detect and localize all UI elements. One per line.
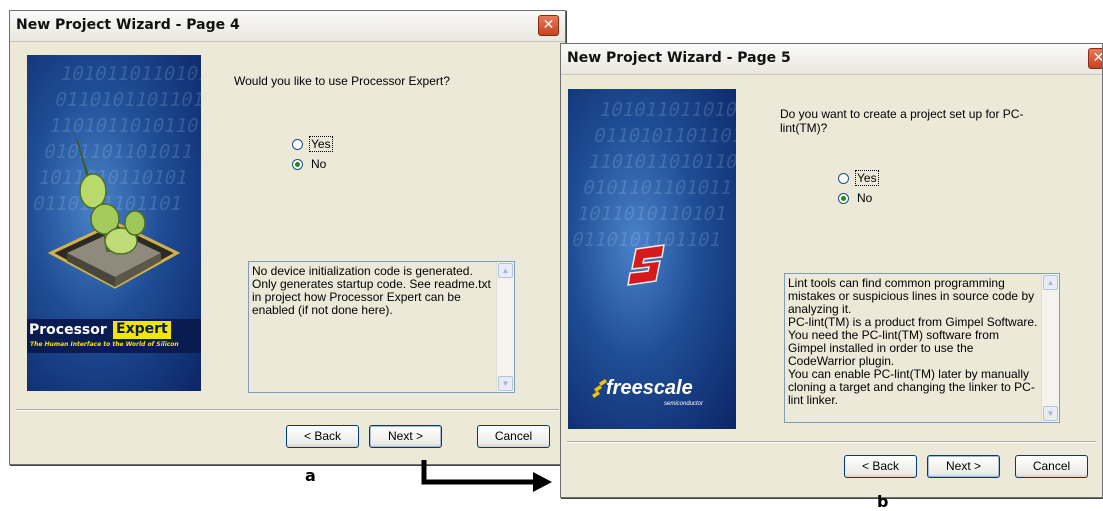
wizard-window-page-4: New Project Wizard - Page 4 ✕ 1010110110…	[9, 10, 566, 465]
question-text: Do you want to create a project set up f…	[780, 107, 1024, 135]
separator	[16, 409, 559, 411]
description-box[interactable]: Lint tools can find common programming m…	[784, 273, 1060, 423]
description-text: Lint tools can find common programming m…	[788, 276, 1038, 407]
processor-expert-banner: 1010110110101 0110101101101 110101101011…	[27, 55, 201, 391]
close-button[interactable]: ✕	[1088, 48, 1102, 69]
figure-label-a: a	[305, 466, 316, 485]
radio-no[interactable]	[292, 158, 303, 170]
option-no[interactable]: No	[292, 157, 327, 171]
cancel-button[interactable]: Cancel	[477, 425, 550, 448]
option-yes[interactable]: Yes	[292, 136, 333, 152]
next-button[interactable]: Next >	[369, 425, 442, 448]
freescale-subtext: semiconductor	[664, 401, 704, 407]
back-button[interactable]: < Back	[844, 455, 917, 478]
radio-yes-label[interactable]: Yes	[309, 136, 333, 152]
radio-no[interactable]	[838, 192, 849, 204]
scroll-up-button[interactable]: ▲	[498, 263, 513, 278]
description-text: No device initialization code is generat…	[252, 264, 491, 317]
title-bar[interactable]: New Project Wizard - Page 4 ✕	[10, 11, 565, 42]
freescale-banner: 1010110110101 0110101101101 110101101011…	[568, 89, 736, 429]
processor-expert-logo: Processor Expert The Human Interface to …	[27, 319, 201, 353]
radio-yes-label[interactable]: Yes	[855, 170, 879, 186]
window-title: New Project Wizard - Page 5	[567, 50, 791, 66]
option-yes[interactable]: Yes	[838, 170, 879, 186]
back-button[interactable]: < Back	[286, 425, 359, 448]
freescale-wordmark: freescale	[606, 377, 693, 399]
wizard-window-page-5: New Project Wizard - Page 5 ✕ 1010110110…	[560, 43, 1103, 498]
option-no[interactable]: No	[838, 191, 873, 205]
scrollbar[interactable]: ▲ ▼	[1041, 274, 1059, 422]
scroll-down-button[interactable]: ▼	[1043, 406, 1058, 421]
figure-label-b: b	[877, 492, 889, 511]
radio-no-label[interactable]: No	[856, 191, 873, 205]
radio-yes[interactable]	[292, 138, 303, 150]
separator	[567, 441, 1096, 443]
next-button[interactable]: Next >	[927, 455, 1000, 478]
scrollbar[interactable]: ▲ ▼	[496, 262, 514, 392]
cancel-button[interactable]: Cancel	[1015, 455, 1088, 478]
scroll-up-button[interactable]: ▲	[1043, 275, 1058, 290]
title-bar[interactable]: New Project Wizard - Page 5 ✕	[561, 44, 1102, 75]
scroll-down-button[interactable]: ▼	[498, 376, 513, 391]
radio-yes[interactable]	[838, 172, 849, 184]
window-title: New Project Wizard - Page 4	[16, 17, 240, 33]
question-text: Would you like to use Processor Expert?	[234, 74, 450, 88]
radio-no-label[interactable]: No	[310, 157, 327, 171]
description-box[interactable]: No device initialization code is generat…	[248, 261, 515, 393]
close-button[interactable]: ✕	[538, 15, 559, 36]
